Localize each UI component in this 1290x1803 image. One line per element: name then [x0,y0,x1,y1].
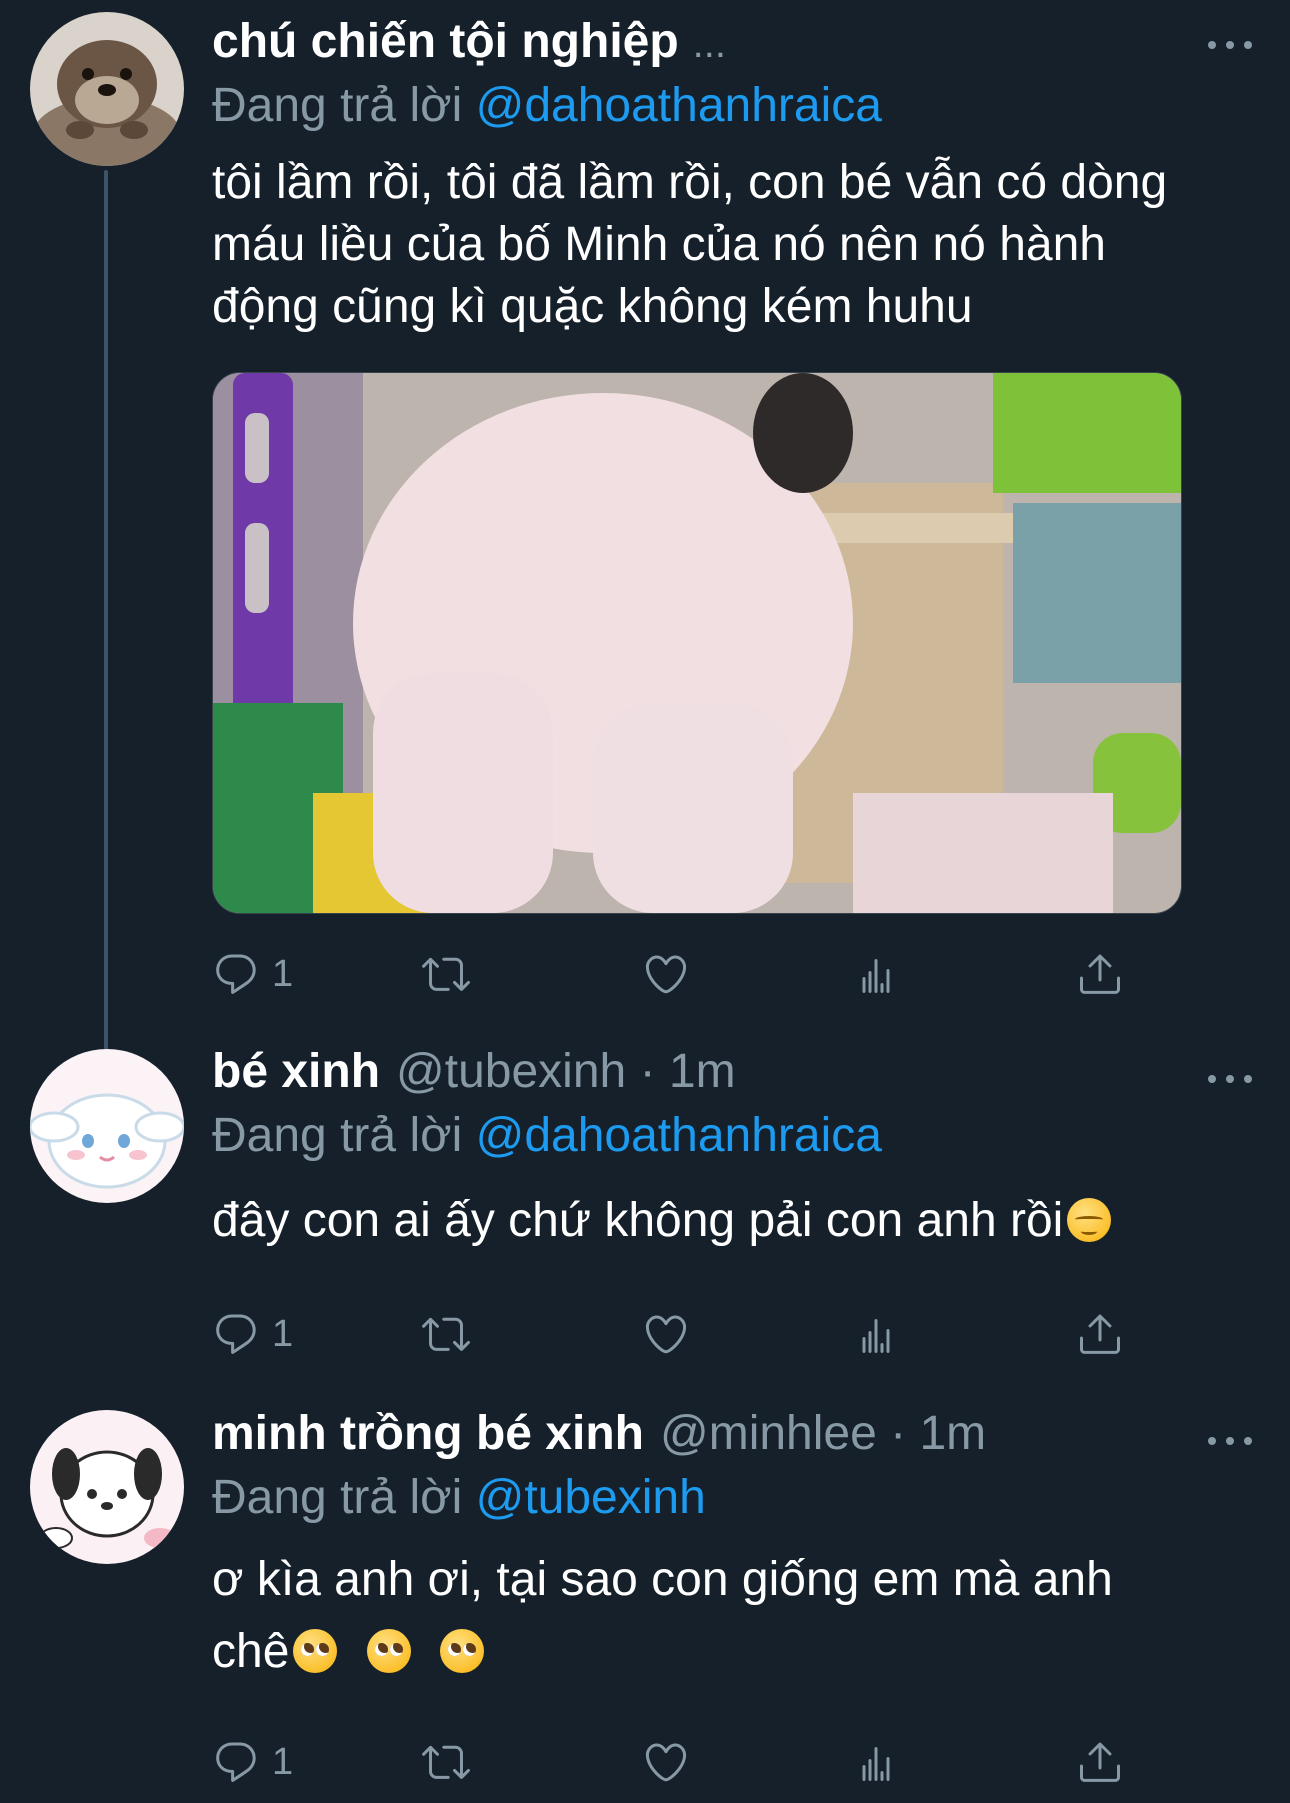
reply-button[interactable]: 1 [212,1304,293,1364]
reply-button[interactable]: 1 [212,1732,293,1792]
like-button[interactable] [642,1304,690,1364]
tweet-media-image[interactable] [212,372,1182,914]
pleading-face-emoji-icon [293,1629,338,1673]
share-button[interactable] [1076,944,1124,1004]
pleading-face-emoji-icon [366,1629,411,1673]
tweet-text-line-1: ơ kìa anh ơi, tại sao con giống em mà an… [212,1553,1113,1606]
analytics-icon [852,1310,900,1358]
reply-button[interactable]: 1 [212,944,293,1004]
thread-connector-line [104,170,108,1050]
retweet-icon [422,1310,470,1358]
reply-icon [212,1310,260,1358]
replying-label: Đang trả lời [212,1109,463,1162]
replying-label: Đang trả lời [212,1471,463,1524]
like-icon [642,1310,690,1358]
tweet-text: ơ kìa anh ơi, tại sao con giống em mà an… [212,1544,1260,1688]
tweet-actions: 1 [212,1304,1152,1364]
tweet-text: đây con ai ấy chứ không pải con anh rồi [212,1190,1260,1252]
retweet-icon [422,950,470,998]
pleading-face-emoji-icon [440,1629,485,1673]
like-icon [642,950,690,998]
retweet-button[interactable] [422,1304,470,1364]
more-options-icon[interactable] [1208,1069,1252,1089]
analytics-icon [852,1738,900,1786]
display-name[interactable]: bé xinh [212,1040,380,1104]
reply-count: 1 [272,952,294,995]
reply-count: 1 [272,1740,294,1783]
tweet-text-line-2-content: chê [212,1625,290,1678]
retweet-icon [422,1738,470,1786]
tweet-actions: 1 [212,1732,1152,1792]
handle-and-time[interactable]: @tubexinh · 1m [396,1040,736,1104]
reply-icon [212,950,260,998]
replying-to-line: Đang trả lời @tubexinh [212,1466,1260,1530]
analytics-button[interactable] [852,1732,900,1792]
reply-mention-link[interactable]: @dahoathanhraica [476,79,882,132]
pensive-face-emoji-icon [1067,1198,1112,1242]
like-icon [642,1738,690,1786]
more-options-icon[interactable] [1208,35,1252,55]
tweet-text-line-2: chê [212,1616,1260,1688]
share-button[interactable] [1076,1732,1124,1792]
display-name[interactable]: chú chiến tội nghiệp [212,10,679,74]
share-icon [1076,1310,1124,1358]
analytics-icon [852,950,900,998]
otter-avatar-icon[interactable] [30,12,184,166]
like-button[interactable] [642,1732,690,1792]
retweet-button[interactable] [422,944,470,1004]
replying-to-line: Đang trả lời @dahoathanhraica [212,74,1260,138]
like-button[interactable] [642,944,690,1004]
replying-label: Đang trả lời [212,79,463,132]
tweet-text: tôi lầm rồi, tôi đã lầm rồi, con bé vẫn … [212,156,1168,333]
reply-mention-link[interactable]: @tubexinh [476,1471,706,1524]
more-options-icon[interactable] [1208,1431,1252,1451]
reply-mention-link[interactable]: @dahoathanhraica [476,1109,882,1162]
analytics-button[interactable] [852,944,900,1004]
cinnamoroll-avatar-icon[interactable] [30,1049,184,1203]
share-button[interactable] [1076,1304,1124,1364]
analytics-button[interactable] [852,1304,900,1364]
handle-and-time[interactable]: @minhlee · 1m [660,1402,986,1466]
name-truncation: ... [692,22,727,66]
share-icon [1076,950,1124,998]
reply-count: 1 [272,1312,294,1355]
replying-to-line: Đang trả lời @dahoathanhraica [212,1104,1260,1168]
pochacco-avatar-icon[interactable] [30,1410,184,1564]
display-name[interactable]: minh trồng bé xinh [212,1402,644,1466]
reply-icon [212,1738,260,1786]
tweet-actions: 1 [212,944,1152,1004]
tweet-text-content: đây con ai ấy chứ không pải con anh rồi [212,1194,1064,1247]
share-icon [1076,1738,1124,1786]
retweet-button[interactable] [422,1732,470,1792]
